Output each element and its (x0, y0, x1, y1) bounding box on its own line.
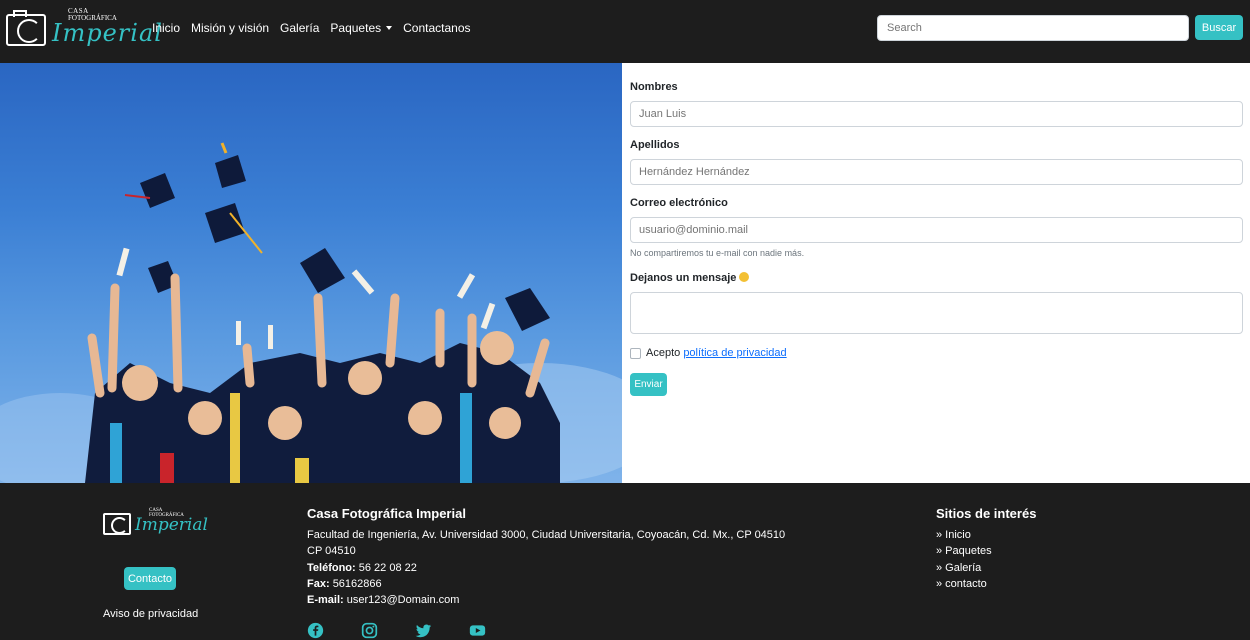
search-button[interactable]: Buscar (1195, 15, 1243, 40)
footer-fax: Fax: 56162866 (307, 577, 382, 590)
youtube-icon[interactable] (469, 622, 486, 639)
footer-email: E-mail: user123@Domain.com (307, 594, 460, 607)
nombres-label: Nombres (630, 81, 678, 93)
camera-icon (103, 513, 131, 535)
link-contacto[interactable]: » contacto (936, 576, 1036, 592)
nav-menu: Inicio Misión y visión Galería Paquetes … (152, 20, 482, 36)
nombres-field[interactable] (630, 101, 1243, 127)
twitter-icon[interactable] (415, 622, 432, 639)
nav-paquetes-label: Paquetes (330, 21, 382, 35)
link-galeria[interactable]: » Galería (936, 560, 1036, 576)
link-inicio[interactable]: » Inicio (936, 527, 1036, 543)
instagram-icon[interactable] (361, 622, 378, 639)
contacto-button[interactable]: Contacto (124, 567, 176, 590)
footer-phone: Teléfono: 56 22 08 22 (307, 561, 417, 574)
search-input[interactable] (877, 15, 1189, 41)
graduation-photo (0, 63, 622, 483)
nav-paquetes-dropdown[interactable]: Paquetes (330, 20, 393, 36)
privacy-consent: Acepto política de privacidad (646, 347, 787, 359)
footer-brand-name: Imperial (135, 515, 208, 535)
emoji-icon (739, 272, 750, 282)
facebook-icon[interactable] (307, 622, 324, 639)
camera-icon (6, 10, 46, 46)
aviso-privacidad-link[interactable]: Aviso de privacidad (103, 608, 198, 620)
apellidos-field[interactable] (630, 159, 1243, 185)
footer-address: Facultad de Ingeniería, Av. Universidad … (307, 529, 786, 541)
social-links (307, 622, 523, 639)
footer-links: Sitios de interés » Inicio » Paquetes » … (936, 506, 1036, 592)
mensaje-label: Dejanos un mensaje (630, 272, 750, 284)
apellidos-label: Apellidos (630, 139, 680, 151)
brand-logo[interactable]: CASA FOTOGRÁFICA Imperial (6, 6, 162, 54)
email-help-text: No compartiremos tu e-mail con nadie más… (630, 248, 805, 258)
submit-button[interactable]: Enviar (630, 373, 667, 396)
nav-contactanos[interactable]: Contactanos (403, 20, 470, 36)
nav-inicio[interactable]: Inicio (152, 20, 180, 36)
mensaje-textarea[interactable] (630, 292, 1243, 334)
footer-company-name: Casa Fotográfica Imperial (307, 506, 466, 521)
brand-name: Imperial (52, 19, 163, 47)
privacy-checkbox[interactable] (630, 348, 641, 359)
privacy-policy-link[interactable]: política de privacidad (683, 347, 786, 359)
footer-contact-info: Casa Fotográfica Imperial Facultad de In… (307, 506, 827, 608)
nav-galeria[interactable]: Galería (280, 20, 319, 36)
email-label: Correo electrónico (630, 197, 728, 209)
footer-logo: CASA FOTOGRÁFICA Imperial (103, 508, 208, 540)
link-paquetes[interactable]: » Paquetes (936, 543, 1036, 559)
footer: CASA FOTOGRÁFICA Imperial Contacto Aviso … (0, 483, 1250, 640)
acepto-text: Acepto (646, 347, 681, 359)
links-title: Sitios de interés (936, 506, 1037, 521)
links-list: » Inicio » Paquetes » Galería » contacto (936, 527, 1036, 592)
footer-cp: CP 04510 (307, 545, 356, 558)
mensaje-label-text: Dejanos un mensaje (630, 272, 737, 284)
email-field[interactable] (630, 217, 1243, 243)
chevron-down-icon (386, 26, 393, 30)
navbar: CASA FOTOGRÁFICA Imperial Inicio Misión … (0, 0, 1250, 63)
nav-mision-vision[interactable]: Misión y visión (191, 20, 269, 36)
